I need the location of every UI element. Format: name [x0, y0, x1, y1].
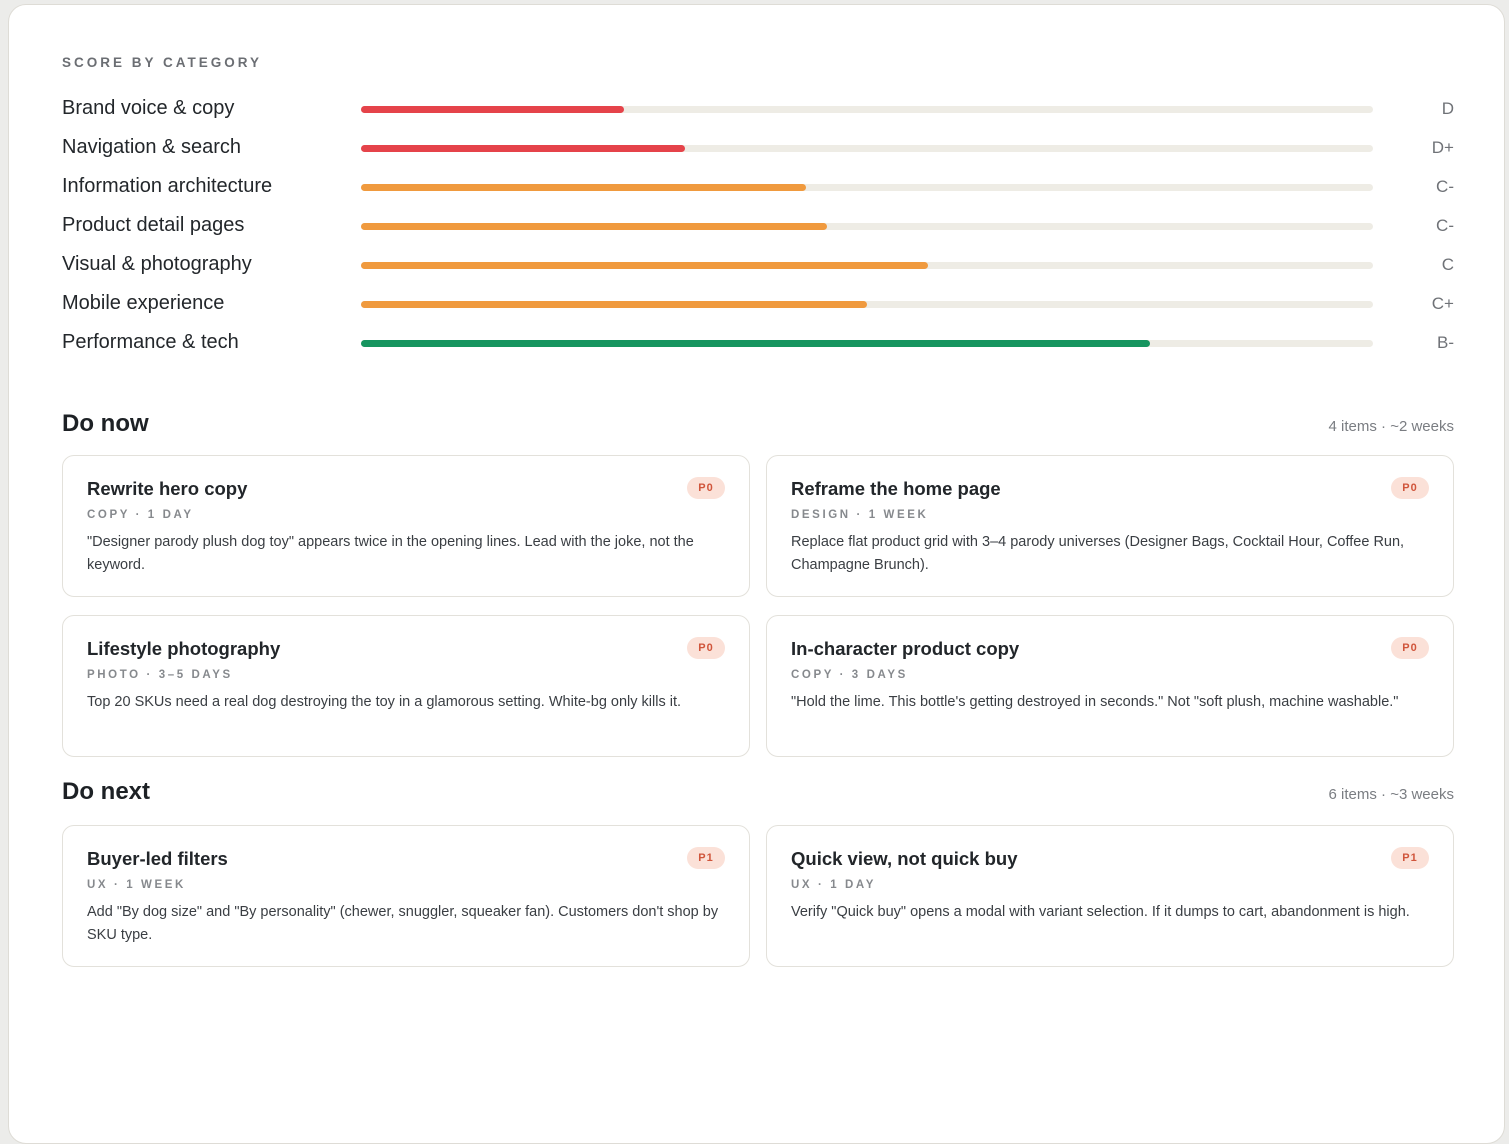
- priority-badge: P0: [687, 637, 725, 659]
- task-tag: COPY · 3 DAYS: [791, 669, 908, 681]
- score-bar: [361, 106, 625, 113]
- task-card[interactable]: In-character product copy P0 COPY · 3 DA…: [766, 615, 1454, 757]
- score-bar: [361, 145, 685, 152]
- do-now-title: Do now: [62, 410, 149, 437]
- score-grade: C+: [1431, 294, 1454, 313]
- task-card[interactable]: Rewrite hero copy P0 COPY · 1 DAY "Desig…: [62, 455, 750, 597]
- task-description: Top 20 SKUs need a real dog destroying t…: [87, 694, 682, 710]
- task-title: Lifestyle photography: [87, 638, 281, 659]
- score-bar: [361, 223, 827, 230]
- score-track: [361, 145, 1373, 152]
- do-now-header: Do now 4 items · ~2 weeks: [62, 410, 1454, 440]
- score-bar: [361, 301, 867, 308]
- task-description: "Hold the lime. This bottle's getting de…: [791, 694, 1399, 710]
- score-track: [361, 106, 1373, 113]
- score-track: [361, 184, 1373, 191]
- task-description: Add "By dog size" and "By personality" (…: [87, 904, 719, 943]
- task-tag: PHOTO · 3–5 DAYS: [87, 669, 233, 681]
- score-grade: C: [1441, 255, 1454, 274]
- score-row: Information architecture C-: [62, 173, 1454, 212]
- score-track: [361, 301, 1373, 308]
- task-description: Replace flat product grid with 3–4 parod…: [791, 534, 1405, 573]
- task-title: In-character product copy: [791, 638, 1020, 659]
- task-title: Rewrite hero copy: [87, 478, 248, 499]
- score-section-heading: SCORE BY CATEGORY: [62, 55, 263, 70]
- score-grade: D: [1441, 99, 1454, 118]
- task-title: Buyer-led filters: [87, 848, 228, 869]
- priority-badge: P0: [1391, 477, 1429, 499]
- do-next-title: Do next: [62, 778, 151, 805]
- priority-badge: P0: [1391, 637, 1429, 659]
- task-description: Verify "Quick buy" opens a modal with va…: [791, 904, 1410, 920]
- task-title: Reframe the home page: [791, 478, 1001, 499]
- task-description: "Designer parody plush dog toy" appears …: [87, 534, 694, 573]
- score-label: Navigation & search: [62, 136, 241, 158]
- task-tag: UX · 1 WEEK: [87, 879, 186, 891]
- score-list: Brand voice & copy D Navigation & search…: [62, 95, 1454, 368]
- score-row: Visual & photography C: [62, 251, 1454, 290]
- score-track: [361, 223, 1373, 230]
- score-grade: C-: [1436, 216, 1454, 235]
- do-now-meta: 4 items · ~2 weeks: [1328, 418, 1454, 435]
- score-row: Navigation & search D+: [62, 134, 1454, 173]
- priority-badge: P1: [687, 847, 725, 869]
- task-card[interactable]: Lifestyle photography P0 PHOTO · 3–5 DAY…: [62, 615, 750, 757]
- task-card[interactable]: Buyer-led filters P1 UX · 1 WEEK Add "By…: [62, 825, 750, 967]
- do-next-meta: 6 items · ~3 weeks: [1328, 786, 1454, 803]
- score-grade: C-: [1436, 177, 1454, 196]
- score-bar: [361, 340, 1151, 347]
- score-track: [361, 340, 1373, 347]
- score-row: Mobile experience C+: [62, 290, 1454, 329]
- score-label: Mobile experience: [62, 292, 225, 314]
- task-tag: COPY · 1 DAY: [87, 509, 194, 521]
- priority-badge: P0: [687, 477, 725, 499]
- score-row: Product detail pages C-: [62, 212, 1454, 251]
- score-label: Product detail pages: [62, 214, 245, 236]
- do-next-header: Do next 6 items · ~3 weeks: [62, 778, 1454, 808]
- report-card: SCORE BY CATEGORY Brand voice & copy D N…: [8, 4, 1505, 1144]
- score-label: Information architecture: [62, 175, 273, 197]
- score-grade: B-: [1437, 333, 1454, 352]
- task-title: Quick view, not quick buy: [791, 848, 1018, 869]
- score-label: Performance & tech: [62, 331, 239, 353]
- task-card[interactable]: Quick view, not quick buy P1 UX · 1 DAY …: [766, 825, 1454, 967]
- score-bar: [361, 262, 928, 269]
- task-tag: DESIGN · 1 WEEK: [791, 509, 929, 521]
- score-row: Brand voice & copy D: [62, 95, 1454, 134]
- score-grade: D+: [1431, 138, 1454, 157]
- score-track: [361, 262, 1373, 269]
- task-card[interactable]: Reframe the home page P0 DESIGN · 1 WEEK…: [766, 455, 1454, 597]
- task-tag: UX · 1 DAY: [791, 879, 877, 891]
- score-label: Visual & photography: [62, 253, 252, 275]
- score-label: Brand voice & copy: [62, 97, 235, 119]
- score-row: Performance & tech B-: [62, 329, 1454, 368]
- score-bar: [361, 184, 807, 191]
- priority-badge: P1: [1391, 847, 1429, 869]
